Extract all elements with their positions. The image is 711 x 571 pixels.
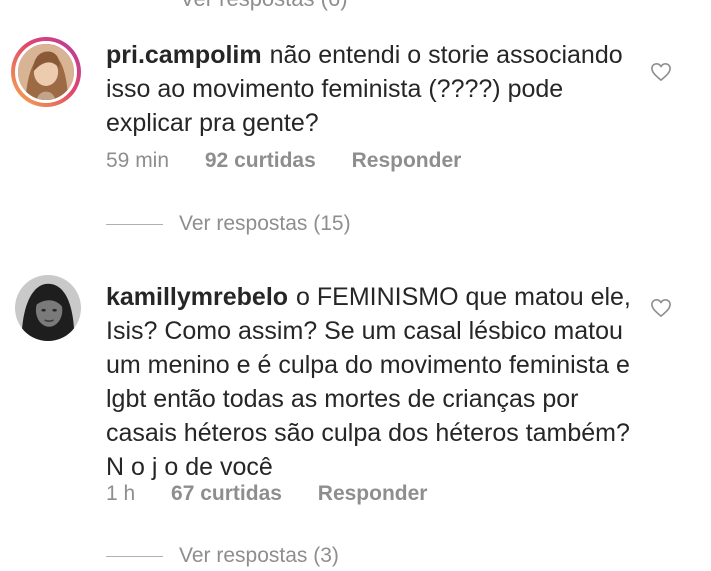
- view-replies-button[interactable]: Ver respostas (15): [106, 209, 351, 239]
- comment-text: kamillymrebelo o FEMINISMO que matou ele,…: [106, 280, 646, 484]
- view-replies-label: Ver respostas (15): [179, 212, 351, 235]
- view-replies-button[interactable]: Ver respostas (3): [106, 541, 339, 571]
- heart-outline-icon: [651, 63, 671, 81]
- comment-time: 1 h: [106, 482, 136, 505]
- comment-meta: 59 min 92 curtidas Responder: [106, 149, 491, 173]
- comment-body: o FEMINISMO que matou ele, Isis? Como as…: [106, 283, 631, 481]
- comment-time: 59 min: [106, 149, 170, 172]
- heart-outline-icon: [651, 299, 671, 317]
- comment-likes[interactable]: 67 curtidas: [171, 482, 282, 505]
- comment-username[interactable]: pri.campolim: [106, 41, 262, 69]
- avatar[interactable]: [11, 37, 81, 107]
- reply-button[interactable]: Responder: [318, 482, 428, 505]
- reply-button[interactable]: Responder: [352, 149, 462, 172]
- profile-photo-icon: [15, 275, 81, 341]
- comment-text: pri.campolim não entendi o storie associa…: [106, 38, 646, 140]
- comment-meta: 1 h 67 curtidas Responder: [106, 482, 457, 506]
- like-button[interactable]: [650, 62, 672, 82]
- avatar[interactable]: [15, 275, 81, 341]
- comment-likes[interactable]: 92 curtidas: [205, 149, 316, 172]
- comment-username[interactable]: kamillymrebelo: [106, 283, 288, 311]
- view-replies-label: Ver respostas (3): [179, 544, 339, 567]
- profile-photo-icon: [18, 44, 74, 100]
- like-button[interactable]: [650, 298, 672, 318]
- divider-line: [106, 223, 163, 225]
- previous-view-replies-label: Ver respostas (6): [180, 0, 348, 11]
- divider-line: [106, 555, 163, 557]
- previous-view-replies[interactable]: Ver respostas (6): [180, 0, 348, 12]
